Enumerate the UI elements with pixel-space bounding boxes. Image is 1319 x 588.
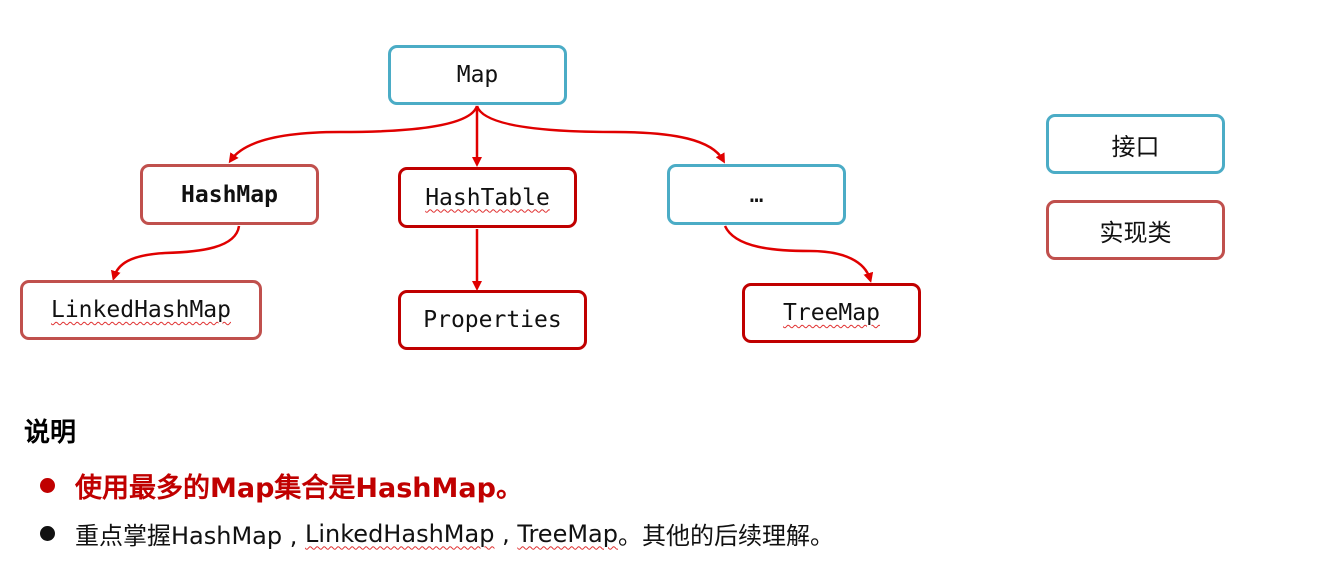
bullet-icon	[40, 526, 55, 541]
note-item-2-treemap: TreeMap	[517, 519, 618, 548]
node-hashmap: HashMap	[140, 164, 319, 225]
node-map-label: Map	[456, 62, 499, 88]
node-ellipsis-label: …	[749, 181, 764, 208]
bullet-icon	[40, 478, 55, 493]
node-map: Map	[388, 45, 567, 105]
node-hashtable: HashTable	[398, 167, 577, 228]
legend-implementation-box: 实现类	[1046, 200, 1225, 260]
note-item-2-separator: ,	[494, 519, 518, 548]
arrow-ellipsis-to-treemap	[723, 225, 874, 283]
note-item-2: 重点掌握HashMap , LinkedHashMap , TreeMap 。其…	[40, 516, 834, 551]
node-treemap: TreeMap	[742, 283, 921, 343]
arrow-map-to-ellipsis	[475, 105, 725, 164]
node-linkedhashmap-label: LinkedHashMap	[50, 297, 231, 323]
legend-interface-label: 接口	[1111, 132, 1160, 161]
arrow-map-to-hashmap	[228, 105, 479, 164]
node-properties-label: Properties	[423, 307, 562, 333]
note-item-2-linkedhashmap: LinkedHashMap	[305, 519, 495, 548]
legend-interface-box: 接口	[1046, 114, 1225, 174]
node-hashmap-label: HashMap	[181, 181, 278, 208]
legend-implementation-label: 实现类	[1099, 218, 1172, 247]
node-treemap-label: TreeMap	[783, 300, 880, 326]
node-properties: Properties	[398, 290, 587, 350]
notes-title: 说明	[24, 418, 77, 448]
note-item-2-prefix: 重点掌握HashMap ,	[75, 522, 306, 550]
node-ellipsis: …	[667, 164, 846, 225]
node-hashtable-label: HashTable	[425, 184, 550, 211]
node-linkedhashmap: LinkedHashMap	[20, 280, 262, 340]
note-item-2-suffix: 。其他的后续理解。	[617, 522, 834, 550]
arrow-hashmap-to-linkedhashmap	[110, 225, 241, 281]
note-item-1-text: 使用最多的Map集合是HashMap。	[75, 473, 523, 504]
note-item-1: 使用最多的Map集合是HashMap。	[40, 466, 523, 505]
